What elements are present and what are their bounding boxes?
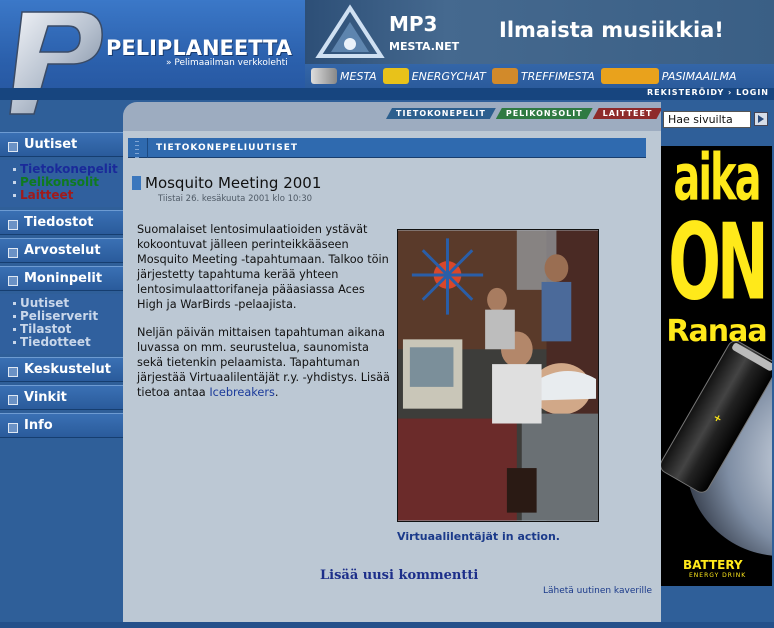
logo-area[interactable]: PELIPLANEETTA » Pelimaailman verkkolehti (0, 0, 305, 115)
partner-label: PASIMAAILMA (661, 69, 737, 83)
nav-sub-laitteet[interactable]: Laitteet (0, 189, 123, 202)
section-header: TIETOKONEPELIUUTISET (128, 137, 646, 158)
bullet-icon (8, 367, 18, 377)
mp3mesta-banner[interactable]: MP3 MESTA.NET Ilmaista musiikkia! (305, 0, 774, 64)
icebreakers-link[interactable]: Icebreakers (209, 386, 275, 399)
nav-label: Keskustelut (24, 362, 111, 377)
nav-item-keskustelut[interactable]: Keskustelut (0, 357, 123, 382)
nav-item-tiedostot[interactable]: Tiedostot (0, 210, 123, 235)
nav-label: Info (24, 418, 53, 433)
nav-item-uutiset[interactable]: Uutiset (0, 132, 123, 157)
article-paragraph-end: . (274, 386, 279, 399)
partner-label: TREFFIMESTA (520, 69, 595, 83)
partner-link-pasimaailma[interactable]: PASIMAAILMA (600, 68, 737, 84)
nav-item-info[interactable]: Info (0, 413, 123, 438)
nav-label: Moninpelit (24, 271, 103, 286)
bullet-icon (8, 220, 18, 230)
nav-item-arvostelut[interactable]: Arvostelut (0, 238, 123, 263)
add-comment-link[interactable]: Lisää uusi kommentti (320, 568, 478, 583)
bullet-icon (8, 423, 18, 433)
partner-link-energychat[interactable]: ENERGYCHAT (382, 68, 486, 84)
treffi-icon (491, 68, 518, 84)
bullet-icon (8, 248, 18, 258)
ad-brand: BATTERY (683, 558, 743, 572)
ad-brand-sub: ENERGY DRINK (689, 572, 747, 579)
arrow-right-icon (758, 115, 764, 123)
article-paragraph: Suomalaiset lentosimulaatioiden ystävät … (137, 223, 389, 311)
nav-item-vinkit[interactable]: Vinkit (0, 385, 123, 410)
site-header: PELIPLANEETTA » Pelimaailman verkkolehti… (0, 0, 774, 115)
top-links-bar: REKISTERÖIDY › LOGIN (0, 88, 774, 100)
nav-item-moninpelit[interactable]: Moninpelit (0, 266, 123, 291)
banner-slogan: Ilmaista musiikkia! (499, 18, 724, 42)
nav-label: Uutiset (24, 137, 78, 152)
article-marker-icon (132, 176, 141, 190)
search-input[interactable] (663, 111, 751, 128)
article-paragraph: Neljän päivän mittaisen tapahtuman aikan… (137, 325, 393, 400)
nav-label: Vinkit (24, 390, 67, 405)
photo-caption: Virtuaalilentäjät in action. (397, 530, 560, 543)
category-tabs: TIETOKONEPELIT PELIKONSOLIT LAITTEET (386, 108, 662, 119)
article-title: Mosquito Meeting 2001 (145, 174, 322, 192)
section-title: TIETOKONEPELIUUTISET (156, 142, 299, 153)
section-grip-icon (128, 137, 148, 158)
bullet-icon (8, 395, 18, 405)
banner-brand: MP3 (389, 12, 438, 36)
article-photo[interactable] (397, 229, 599, 522)
register-login-links[interactable]: REKISTERÖIDY › LOGIN (647, 88, 769, 97)
ad-word: ON (668, 200, 769, 325)
tab-laitteet[interactable]: LAITTEET (593, 108, 663, 119)
mp3mesta-logo-icon (315, 4, 385, 58)
battery-ad[interactable]: aika ON Ranaa + BATTERY ENERGY DRINK (661, 146, 772, 586)
sidebar-nav: Uutiset Tietokonepelit Pelikonsolit Lait… (0, 132, 123, 441)
tab-pelikonsolit[interactable]: PELIKONSOLIT (496, 108, 593, 119)
search-button[interactable] (754, 112, 768, 126)
nav-submenu-moninpelit: Uutiset Peliserverit Tilastot Tiedotteet (0, 294, 123, 354)
pasimaailma-icon (600, 68, 659, 84)
nav-label: Arvostelut (24, 243, 101, 258)
partner-links-bar: MESTA ENERGYCHAT TREFFIMESTA PASIMAAILMA (305, 64, 774, 88)
send-news-to-friend-link[interactable]: Lähetä uutinen kaverille (543, 586, 652, 596)
energy-icon (382, 68, 409, 84)
mesta-icon (311, 68, 337, 84)
tab-tietokonepelit[interactable]: TIETOKONEPELIT (386, 108, 496, 119)
article-body: Suomalaiset lentosimulaatioiden ystävät … (137, 222, 393, 413)
partner-link-mesta[interactable]: MESTA (311, 68, 377, 84)
site-subtitle: » Pelimaailman verkkolehti (166, 58, 288, 68)
bullet-icon (8, 276, 18, 286)
nav-sub-tiedotteet[interactable]: Tiedotteet (0, 336, 123, 349)
bullet-icon (8, 142, 18, 152)
partner-label: MESTA (340, 69, 377, 83)
bottom-edge (0, 622, 774, 628)
battery-can-icon: + (661, 341, 772, 556)
partner-link-treffimesta[interactable]: TREFFIMESTA (491, 68, 595, 84)
banner-domain: MESTA.NET (389, 40, 460, 53)
partner-label: ENERGYCHAT (411, 69, 486, 83)
nav-label: Tiedostot (24, 215, 94, 230)
site-title: PELIPLANEETTA (106, 36, 292, 60)
nav-submenu-uutiset: Tietokonepelit Pelikonsolit Laitteet (0, 160, 123, 207)
article-date: Tiistai 26. kesäkuuta 2001 klo 10:30 (158, 194, 313, 204)
